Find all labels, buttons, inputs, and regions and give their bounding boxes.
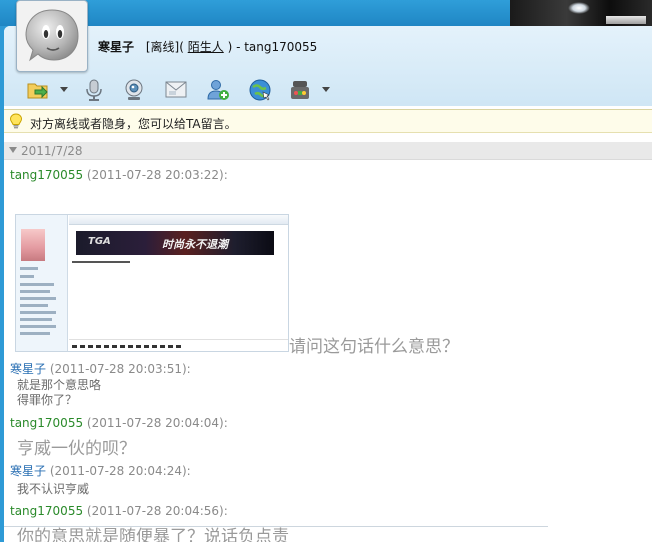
sender-name[interactable]: 寒星子 — [10, 362, 46, 376]
chat-toolbar — [4, 76, 652, 106]
qq-avatar-icon — [25, 9, 79, 62]
folder-send-icon — [27, 83, 48, 99]
video-chat-button[interactable] — [122, 78, 146, 102]
message-header: 寒星子 (2011-07-28 20:03:51): — [10, 360, 191, 377]
screenshot-banner: TGA 时尚永不退潮 — [76, 231, 274, 255]
apps-box-icon — [291, 81, 309, 99]
message-time: (2011-07-28 20:03:51): — [49, 362, 191, 376]
sender-name[interactable]: tang170055 — [10, 416, 83, 430]
message-text: 你的意思就是随便暴了？说话负点责 — [17, 527, 289, 542]
file-transfer-button[interactable] — [26, 78, 50, 102]
chat-window: 寒星子 [离线]( 陌生人 ) - tang170055 对方离线或者隐身，您可… — [4, 0, 652, 542]
banner-logo: TGA — [88, 236, 111, 247]
message-time: (2011-07-28 20:03:22): — [86, 168, 228, 182]
message-header: tang170055 (2011-07-28 20:04:56): — [10, 504, 228, 518]
web-share-button[interactable] — [248, 78, 272, 102]
lightbulb-icon — [9, 113, 23, 129]
desktop-wallpaper-photo — [510, 0, 652, 26]
relation-link[interactable]: 陌生人 — [188, 40, 224, 54]
message-header: 寒星子 (2011-07-28 20:04:24): — [10, 462, 191, 479]
notice-text: 对方离线或者隐身，您可以给TA留言。 — [30, 117, 237, 131]
webcam-icon — [125, 79, 143, 100]
send-sms-button[interactable] — [164, 78, 188, 102]
collapse-triangle-icon[interactable] — [9, 147, 17, 153]
status-prefix: [离线]( — [145, 40, 184, 54]
sender-name[interactable]: tang170055 — [10, 504, 83, 518]
contact-avatar[interactable] — [16, 0, 88, 72]
sender-name[interactable]: 寒星子 — [10, 464, 46, 478]
input-divider — [4, 526, 548, 527]
file-transfer-menu-arrow[interactable] — [60, 87, 68, 92]
message-icon — [165, 81, 187, 98]
banner-title: 时尚永不退潮 — [162, 238, 228, 251]
offline-notice-bar: 对方离线或者隐身，您可以给TA留言。 — [4, 109, 652, 133]
embedded-screenshot-image[interactable]: TGA 时尚永不退潮 — [15, 214, 289, 352]
message-time: (2011-07-28 20:04:24): — [49, 464, 191, 478]
chat-history[interactable]: 2011/7/28 tang170055 (2011-07-28 20:03:2… — [4, 134, 652, 542]
message-header: tang170055 (2011-07-28 20:04:04): — [10, 416, 228, 430]
apps-button[interactable] — [288, 78, 312, 102]
date-separator[interactable]: 2011/7/28 — [4, 142, 652, 160]
message-header: tang170055 (2011-07-28 20:03:22): — [10, 168, 228, 182]
chat-date: 2011/7/28 — [21, 144, 83, 158]
contact-account: - tang170055 — [236, 40, 318, 54]
screenshot-sidebar — [16, 215, 68, 351]
screenshot-topbar — [69, 215, 288, 225]
contact-title: 寒星子 [离线]( 陌生人 ) - tang170055 — [98, 38, 317, 55]
screenshot-profile-photo — [21, 229, 45, 261]
message-text: 我不认识亨威 — [17, 482, 90, 496]
chat-header: 寒星子 [离线]( 陌生人 ) - tang170055 — [4, 0, 652, 106]
message-time: (2011-07-28 20:04:56): — [86, 504, 228, 518]
add-friend-button[interactable] — [206, 78, 230, 102]
message-text: 亨威一伙的呗？ — [17, 439, 136, 459]
message-text: 请问这句话什么意思？ — [289, 337, 459, 357]
apps-menu-arrow[interactable] — [322, 87, 330, 92]
message-text: 就是那个意思咯 — [17, 378, 102, 392]
message-time: (2011-07-28 20:04:04): — [86, 416, 228, 430]
status-suffix: ) — [227, 40, 233, 54]
message-text: 得罪你了？ — [17, 393, 78, 407]
globe-icon — [249, 79, 271, 101]
sender-name[interactable]: tang170055 — [10, 168, 83, 182]
microphone-icon — [86, 79, 102, 101]
contact-name[interactable]: 寒星子 — [98, 40, 134, 54]
voice-chat-button[interactable] — [82, 78, 106, 102]
add-user-icon — [207, 80, 229, 100]
